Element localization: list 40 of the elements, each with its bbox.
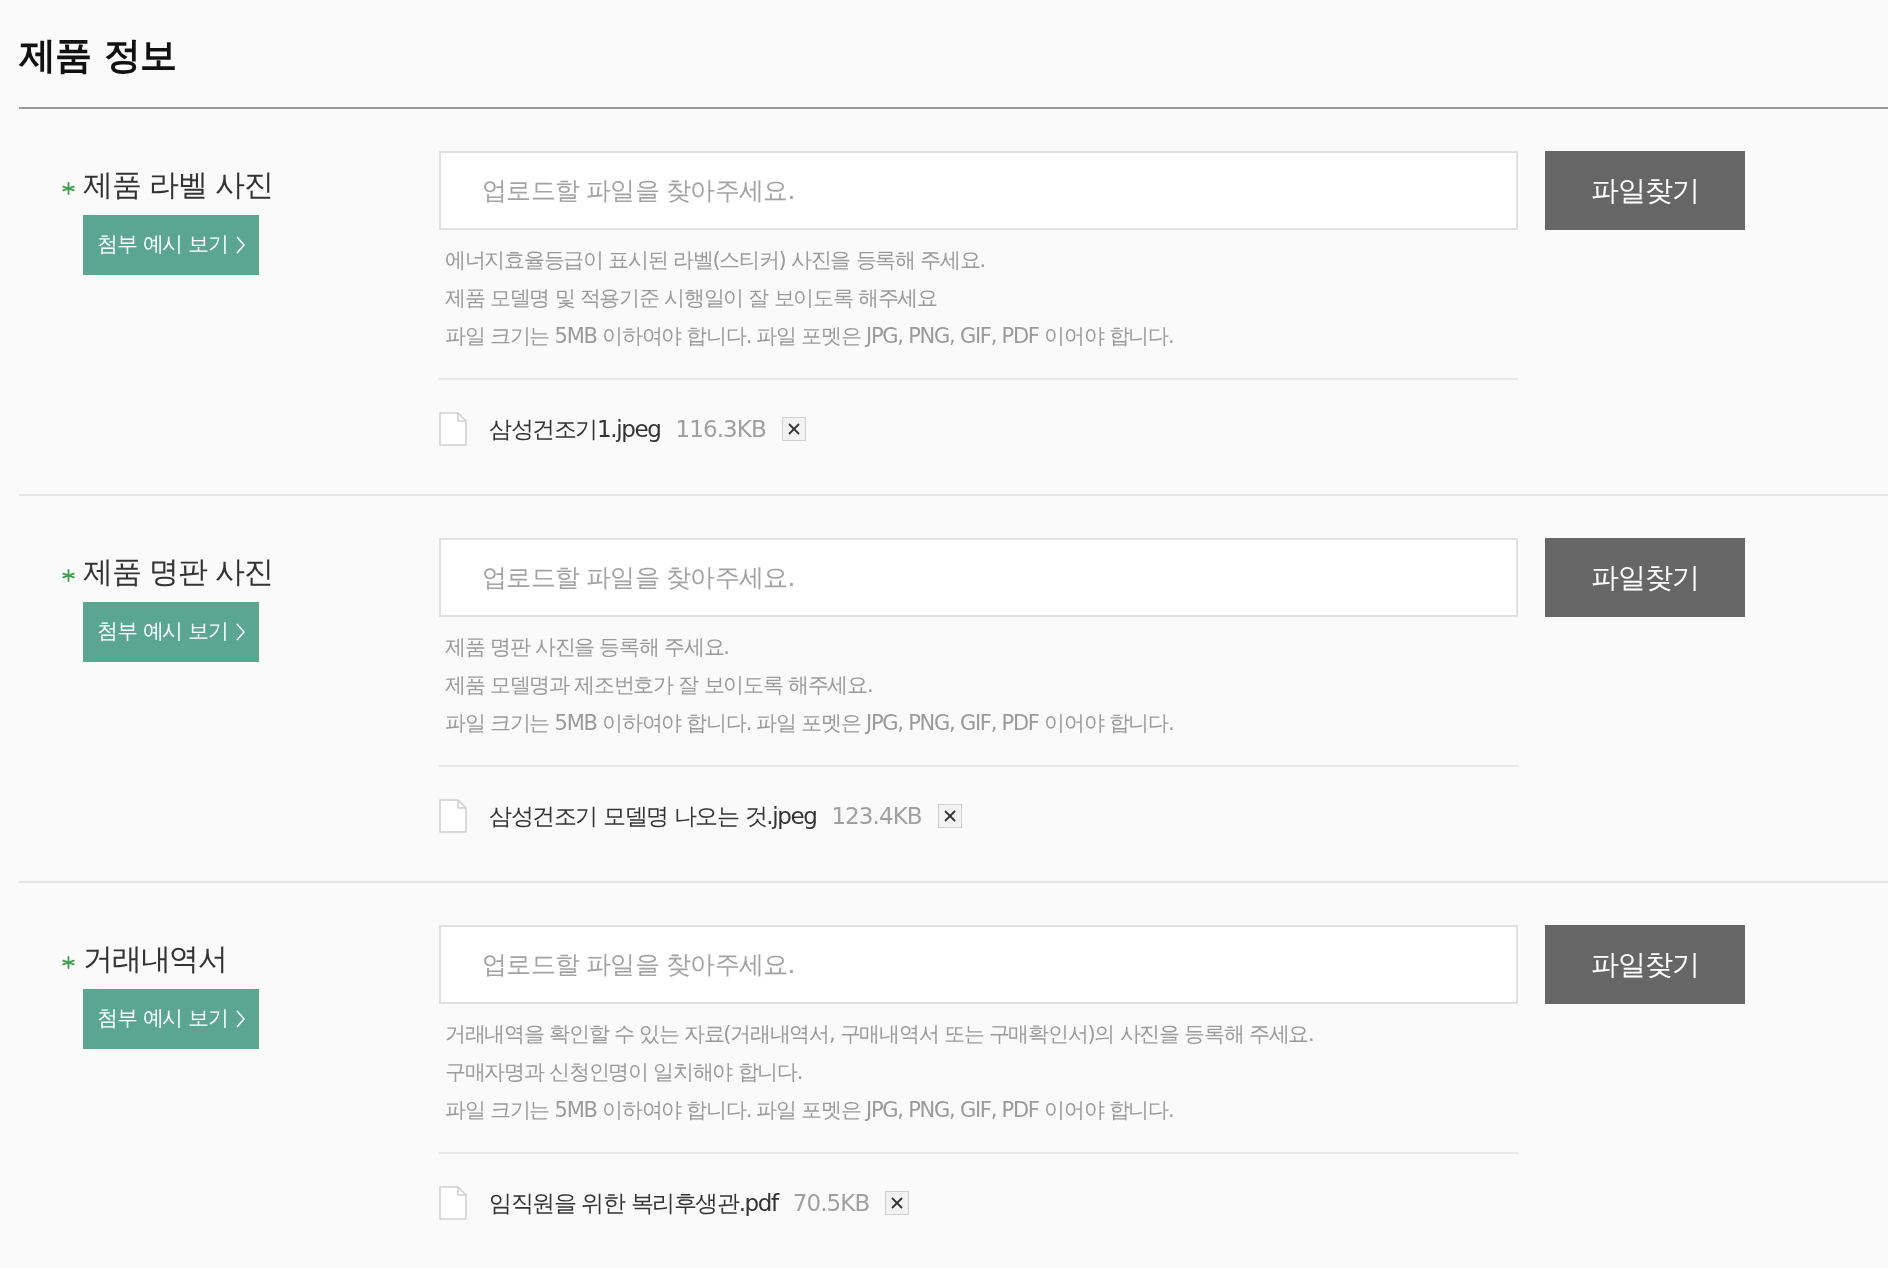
close-icon: [787, 423, 800, 435]
example-view-button[interactable]: 첨부 예시 보기: [83, 602, 259, 662]
hint-text: 제품 모델명 및 적용기준 시행일이 잘 보이도록 해주세요: [445, 285, 937, 312]
hint-text: 구매자명과 신청인명이 일치해야 합니다.: [445, 1059, 803, 1086]
file-path-field[interactable]: 업로드할 파일을 찾아주세요.: [439, 925, 1518, 1004]
example-view-button[interactable]: 첨부 예시 보기: [83, 215, 259, 275]
file-path-field[interactable]: 업로드할 파일을 찾아주세요.: [439, 538, 1518, 617]
file-size: 70.5KB: [792, 1188, 870, 1218]
example-view-button[interactable]: 첨부 예시 보기: [83, 989, 259, 1049]
browse-button[interactable]: 파일찾기: [1545, 925, 1745, 1004]
file-name: 삼성건조기1.jpeg: [489, 414, 661, 444]
hint-text: 제품 모델명과 제조번호가 잘 보이도록 해주세요.: [445, 672, 873, 699]
hint-text: 에너지효율등급이 표시된 라벨(스티커) 사진을 등록해 주세요.: [445, 247, 985, 274]
field-label: 제품 라벨 사진: [83, 166, 273, 204]
field-label: 제품 명판 사진: [83, 553, 273, 591]
file-icon: [439, 412, 467, 446]
chevron-right-icon: [235, 623, 245, 641]
file-size: 116.3KB: [675, 414, 766, 444]
file-name: 삼성건조기 모델명 나오는 것.jpeg: [489, 801, 817, 831]
close-icon: [891, 1197, 904, 1209]
hint-text: 파일 크기는 5MB 이하여야 합니다. 파일 포멧은 JPG, PNG, GIF, PDF 이어야 합니다.: [445, 323, 1174, 350]
section-title: 제품 정보: [19, 33, 177, 79]
chevron-right-icon: [235, 1010, 245, 1028]
file-icon: [439, 799, 467, 833]
hint-text: 파일 크기는 5MB 이하여야 합니다. 파일 포멧은 JPG, PNG, GIF, PDF 이어야 합니다.: [445, 710, 1174, 737]
remove-file-button[interactable]: [781, 417, 806, 441]
file-name: 임직원을 위한 복리후생관.pdf: [489, 1188, 778, 1218]
file-path-field[interactable]: 업로드할 파일을 찾아주세요.: [439, 151, 1518, 230]
hint-text: 파일 크기는 5MB 이하여야 합니다. 파일 포멧은 JPG, PNG, GIF, PDF 이어야 합니다.: [445, 1097, 1174, 1124]
field-label: 거래내역서: [83, 940, 227, 978]
file-icon: [439, 1186, 467, 1220]
browse-button[interactable]: 파일찾기: [1545, 151, 1745, 230]
hint-text: 제품 명판 사진을 등록해 주세요.: [445, 634, 729, 661]
browse-button[interactable]: 파일찾기: [1545, 538, 1745, 617]
remove-file-button[interactable]: [937, 804, 962, 828]
hint-text: 거래내역을 확인할 수 있는 자료(거래내역서, 구매내역서 또는 구매확인서)의 사진을 등록해 주세요.: [445, 1021, 1314, 1048]
close-icon: [943, 810, 956, 822]
file-size: 123.4KB: [831, 801, 922, 831]
remove-file-button[interactable]: [885, 1191, 910, 1215]
chevron-right-icon: [235, 236, 245, 254]
